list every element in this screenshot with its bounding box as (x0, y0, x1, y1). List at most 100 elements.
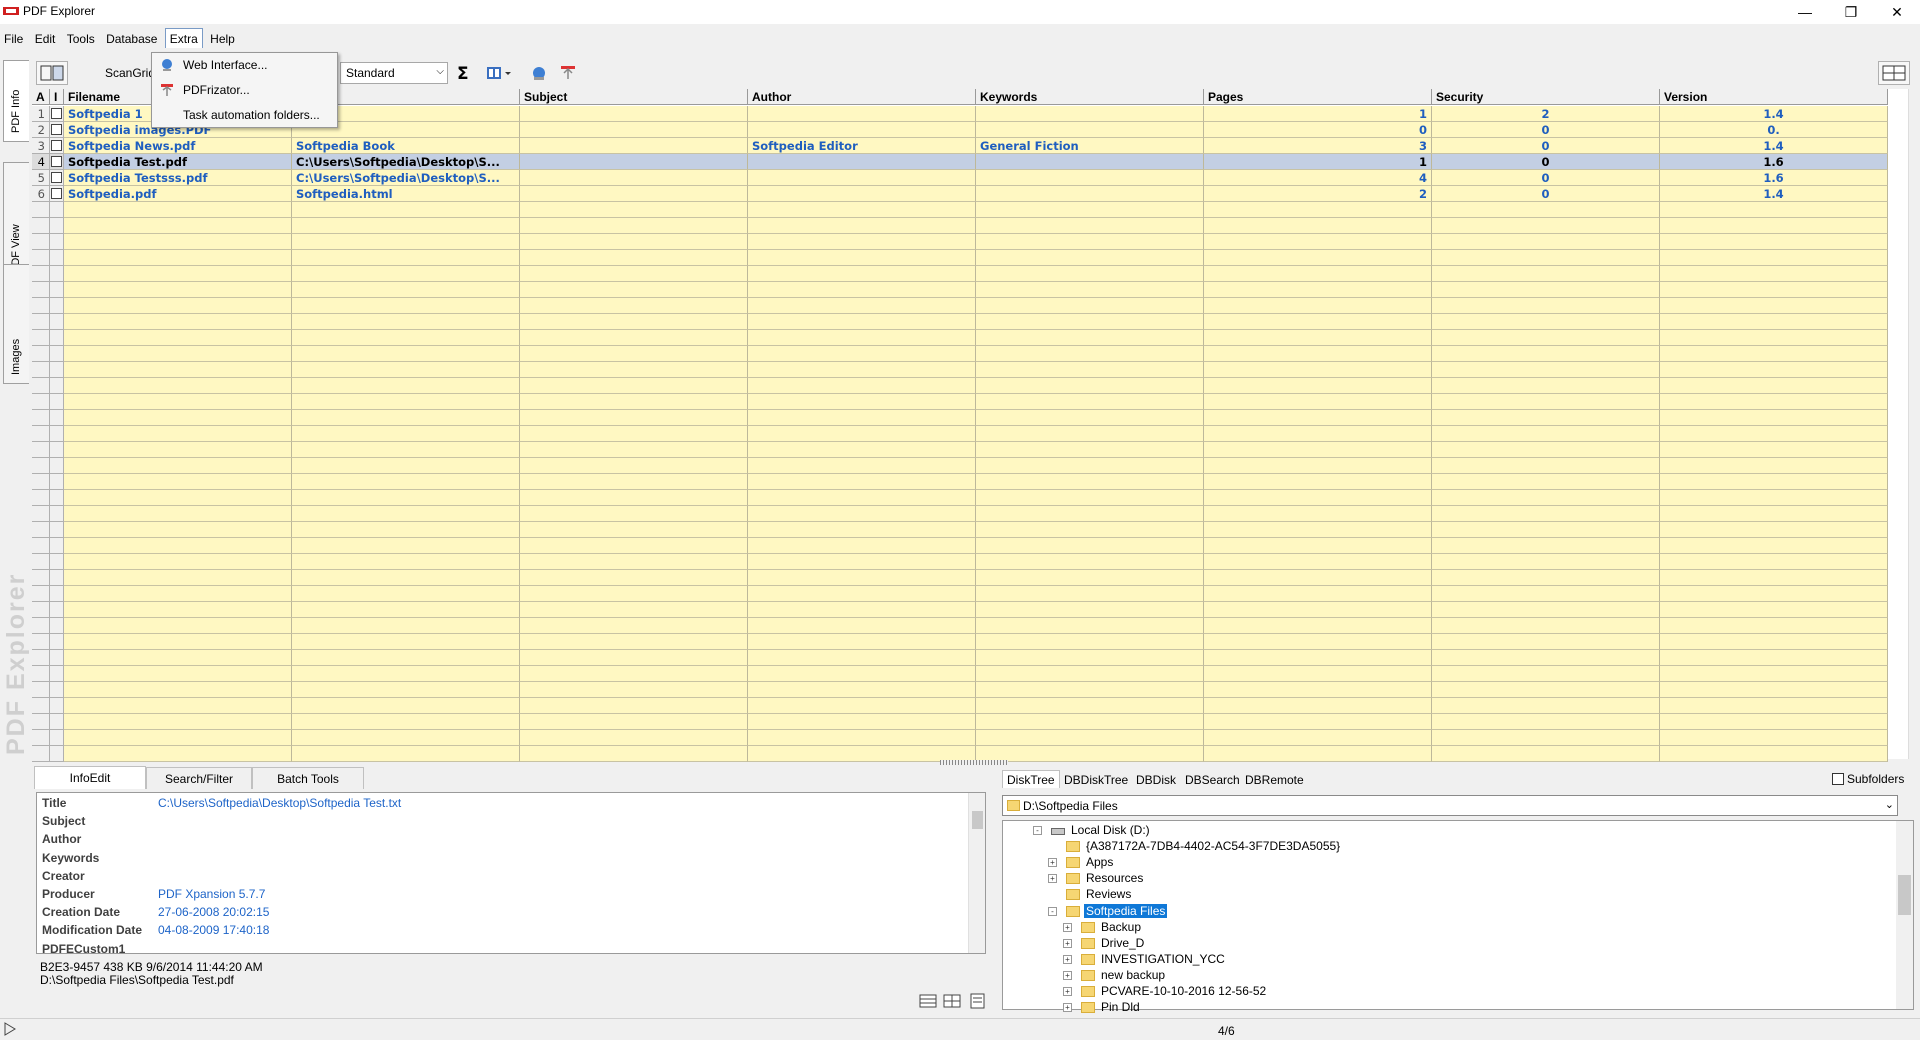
cell-keywords[interactable] (976, 570, 1204, 586)
cell-keywords[interactable] (976, 506, 1204, 522)
cell-pages[interactable] (1204, 698, 1432, 714)
info-value[interactable]: 04-08-2009 17:40:18 (158, 923, 269, 937)
menu-task-automation[interactable]: Task automation folders... (152, 104, 337, 126)
cell-keywords[interactable] (976, 266, 1204, 282)
restore-button[interactable]: ❐ (1828, 0, 1874, 24)
cell-subject[interactable] (520, 266, 748, 282)
cell-filename[interactable] (64, 586, 292, 602)
cell-subject[interactable] (520, 538, 748, 554)
cell-filename[interactable]: Softpedia.pdf (64, 186, 292, 202)
cell-title[interactable] (292, 298, 520, 314)
minimize-button[interactable]: — (1782, 0, 1828, 24)
cell-pages[interactable] (1204, 218, 1432, 234)
empty-row[interactable] (32, 602, 1908, 618)
cell-keywords[interactable] (976, 410, 1204, 426)
cell-pages[interactable] (1204, 746, 1432, 762)
cell-subject[interactable] (520, 298, 748, 314)
cell-filename[interactable]: Softpedia News.pdf (64, 138, 292, 154)
empty-row[interactable] (32, 410, 1908, 426)
cell-version[interactable] (1660, 586, 1888, 602)
cell-title[interactable] (292, 394, 520, 410)
cell-idx[interactable] (32, 266, 50, 282)
expand-icon[interactable]: + (1063, 1003, 1072, 1013)
cell-author[interactable] (748, 586, 976, 602)
cell-version[interactable] (1660, 714, 1888, 730)
cell-author[interactable] (748, 394, 976, 410)
grid-scrollbar[interactable] (1908, 89, 1920, 759)
cell-idx[interactable] (32, 298, 50, 314)
row-checkbox-cell[interactable] (50, 122, 64, 138)
cell-subject[interactable] (520, 282, 748, 298)
cell-author[interactable] (748, 602, 976, 618)
info-value[interactable]: C:\Users\Softpedia\Desktop\Softpedia Tes… (158, 796, 401, 810)
cell-keywords[interactable] (976, 378, 1204, 394)
cell-version[interactable]: 1.6 (1660, 170, 1888, 186)
cell-pages[interactable] (1204, 666, 1432, 682)
cell-title[interactable] (292, 554, 520, 570)
cell-idx[interactable] (32, 618, 50, 634)
cell-pages[interactable]: 1 (1204, 154, 1432, 170)
cell-keywords[interactable] (976, 602, 1204, 618)
cell-version[interactable] (1660, 570, 1888, 586)
cell-filename[interactable] (64, 298, 292, 314)
cell-subject[interactable] (520, 730, 748, 746)
row-checkbox-cell[interactable] (50, 266, 64, 282)
row-checkbox-cell[interactable] (50, 426, 64, 442)
cell-subject[interactable] (520, 330, 748, 346)
menu-pdfrizator[interactable]: PDFrizator... (152, 79, 337, 101)
cell-idx[interactable] (32, 474, 50, 490)
cell-pages[interactable] (1204, 474, 1432, 490)
row-checkbox-cell[interactable] (50, 634, 64, 650)
cell-security[interactable] (1432, 298, 1660, 314)
row-checkbox-cell[interactable] (50, 330, 64, 346)
cell-filename[interactable] (64, 602, 292, 618)
cell-version[interactable] (1660, 314, 1888, 330)
cell-keywords[interactable] (976, 682, 1204, 698)
row-checkbox-cell[interactable] (50, 314, 64, 330)
tab-infoedit[interactable]: InfoEdit (34, 766, 146, 789)
empty-row[interactable] (32, 282, 1908, 298)
row-checkbox-cell[interactable] (50, 554, 64, 570)
cell-security[interactable] (1432, 698, 1660, 714)
cell-filename[interactable] (64, 202, 292, 218)
cell-subject[interactable] (520, 650, 748, 666)
cell-subject[interactable] (520, 634, 748, 650)
info-value[interactable]: 27-06-2008 20:02:15 (158, 905, 269, 919)
cell-idx[interactable] (32, 282, 50, 298)
cell-security[interactable] (1432, 458, 1660, 474)
row-checkbox-cell[interactable] (50, 106, 64, 122)
cell-version[interactable]: 1.4 (1660, 106, 1888, 122)
row-checkbox-cell[interactable] (50, 378, 64, 394)
cell-filename[interactable] (64, 394, 292, 410)
row-checkbox-cell[interactable] (50, 650, 64, 666)
row-checkbox-cell[interactable] (50, 410, 64, 426)
cell-author[interactable] (748, 106, 976, 122)
menu-help[interactable]: Help (206, 29, 239, 49)
cell-title[interactable]: Softpedia Book (292, 138, 520, 154)
notes-icon[interactable] (967, 992, 989, 1010)
cell-subject[interactable] (520, 442, 748, 458)
cell-title[interactable] (292, 218, 520, 234)
cell-pages[interactable] (1204, 682, 1432, 698)
cell-idx[interactable] (32, 746, 50, 762)
cell-author[interactable] (748, 538, 976, 554)
tab-search-filter[interactable]: Search/Filter (146, 767, 252, 789)
cell-subject[interactable] (520, 250, 748, 266)
cell-title[interactable] (292, 266, 520, 282)
empty-row[interactable] (32, 730, 1908, 746)
row-checkbox-cell[interactable] (50, 202, 64, 218)
empty-row[interactable] (32, 618, 1908, 634)
cell-security[interactable]: 0 (1432, 138, 1660, 154)
cell-keywords[interactable] (976, 490, 1204, 506)
cell-pages[interactable] (1204, 266, 1432, 282)
cell-security[interactable] (1432, 618, 1660, 634)
empty-row[interactable] (32, 202, 1908, 218)
cell-security[interactable] (1432, 202, 1660, 218)
cell-security[interactable] (1432, 314, 1660, 330)
cell-keywords[interactable] (976, 746, 1204, 762)
cell-version[interactable] (1660, 298, 1888, 314)
cell-idx[interactable] (32, 730, 50, 746)
empty-row[interactable] (32, 554, 1908, 570)
cell-keywords[interactable] (976, 634, 1204, 650)
cell-version[interactable]: 1.4 (1660, 186, 1888, 202)
